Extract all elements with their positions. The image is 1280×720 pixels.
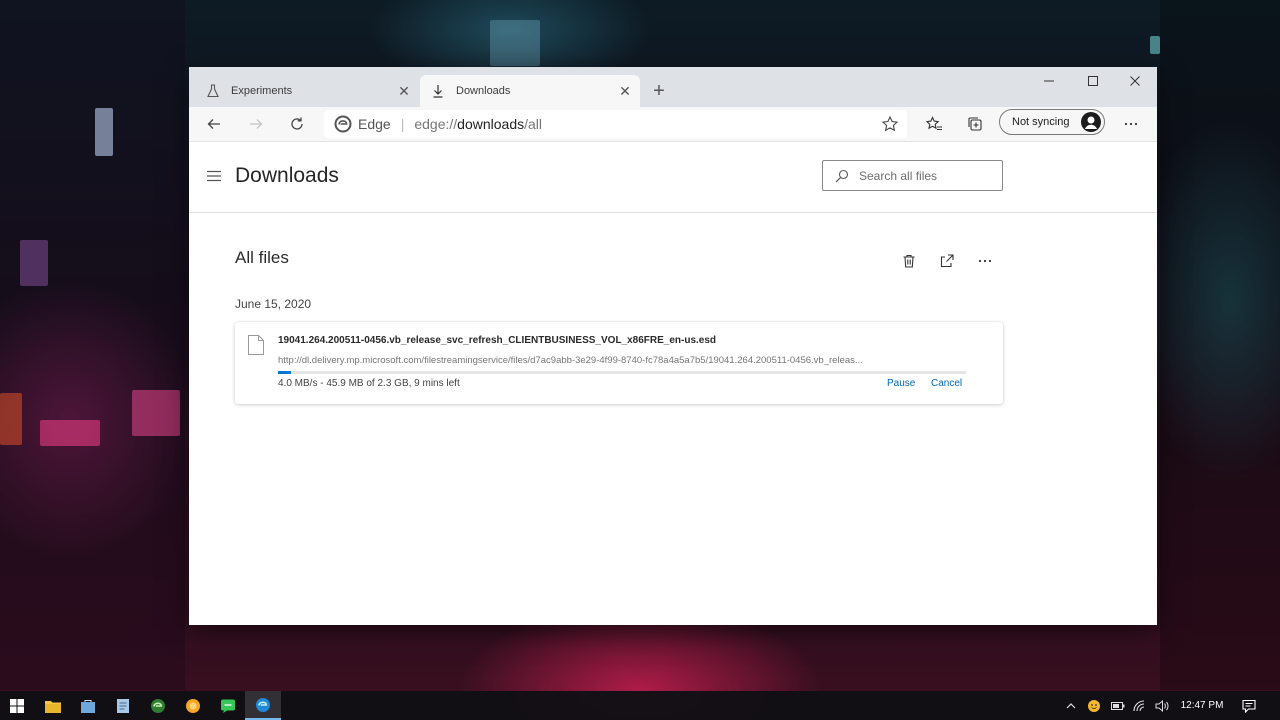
folder-icon — [45, 700, 61, 713]
back-button[interactable] — [200, 110, 228, 138]
volume-button[interactable] — [1152, 691, 1172, 720]
avatar — [1081, 112, 1101, 132]
maximize-icon — [1088, 76, 1098, 86]
downloads-page: Downloads All files June 15, 2020 19041.… — [189, 141, 1157, 625]
network-button[interactable] — [1130, 691, 1150, 720]
taskbar-edge-dev[interactable] — [141, 691, 175, 720]
smiley-tray-icon — [1088, 699, 1100, 712]
back-arrow-icon — [207, 119, 220, 129]
close-tab-icon[interactable]: ✕ — [393, 80, 415, 102]
profile-avatar-icon — [1085, 116, 1097, 129]
page-title: Downloads — [235, 164, 339, 187]
show-hidden-icons-button[interactable] — [1062, 691, 1080, 720]
pause-button[interactable]: Pause — [887, 378, 915, 389]
trash-icon — [903, 254, 915, 268]
navigation-toolbar: Edge | edge://downloads/all Not syncing — [189, 107, 1157, 141]
taskbar-chat-app[interactable] — [211, 691, 245, 720]
taskbar-file-explorer[interactable] — [36, 691, 70, 720]
site-identity-label: Edge — [358, 116, 391, 132]
action-center-button[interactable] — [1238, 691, 1260, 720]
sync-status-label: Not syncing — [1012, 116, 1070, 128]
download-arrow-icon — [430, 83, 446, 99]
url-text: edge://downloads/all — [414, 116, 543, 132]
open-downloads-folder-button[interactable] — [936, 250, 958, 272]
open-external-icon — [940, 254, 954, 268]
edge-logo-icon — [256, 697, 270, 712]
title-bar: Experiments ✕ Downloads ✕ + — [189, 67, 1157, 107]
forward-arrow-icon — [250, 119, 263, 129]
battery-icon — [1111, 701, 1125, 710]
collections-icon — [968, 117, 982, 131]
chat-bubble-icon — [221, 699, 235, 713]
page-header: Downloads — [189, 142, 1157, 213]
minimize-button[interactable] — [1027, 67, 1071, 95]
download-status: 4.0 MB/s - 45.9 MB of 2.3 GB, 9 mins lef… — [278, 378, 460, 389]
download-filename[interactable]: 19041.264.200511-0456.vb_release_svc_ref… — [278, 335, 716, 346]
more-horizontal-icon — [978, 259, 992, 263]
tab-experiments[interactable]: Experiments ✕ — [195, 75, 419, 107]
progress-fill — [278, 371, 292, 374]
hamburger-menu-icon[interactable] — [206, 168, 222, 184]
clear-all-button[interactable] — [898, 250, 920, 272]
start-button[interactable] — [0, 691, 34, 720]
search-input[interactable] — [859, 168, 989, 183]
speaker-icon — [1155, 699, 1169, 712]
search-box[interactable] — [822, 160, 1003, 191]
document-icon — [117, 698, 129, 713]
address-bar[interactable]: Edge | edge://downloads/all — [324, 110, 907, 138]
edge-logo-icon — [334, 115, 352, 133]
wifi-icon — [1133, 699, 1145, 711]
collections-button[interactable] — [961, 110, 989, 138]
flask-icon — [205, 83, 221, 99]
taskbar-clock[interactable]: 12:47 PM — [1172, 691, 1232, 720]
add-favorite-star-icon[interactable] — [881, 115, 899, 133]
edge-canary-logo-icon — [186, 698, 200, 713]
taskbar-edge-canary[interactable] — [176, 691, 210, 720]
more-actions-button[interactable] — [974, 250, 996, 272]
tab-label: Experiments — [231, 85, 293, 97]
search-icon — [835, 169, 849, 182]
taskbar: 12:47 PM — [0, 691, 1280, 720]
close-tab-icon[interactable]: ✕ — [614, 80, 636, 102]
taskbar-document-app[interactable] — [106, 691, 140, 720]
cancel-button[interactable]: Cancel — [931, 378, 962, 389]
new-tab-button[interactable]: + — [647, 79, 671, 103]
notification-icon — [1242, 699, 1256, 713]
download-progress-bar — [278, 371, 966, 374]
refresh-icon — [291, 117, 303, 130]
file-icon — [248, 335, 264, 355]
taskbar-app-store[interactable] — [71, 691, 105, 720]
tray-app-icon[interactable] — [1084, 691, 1104, 720]
download-item[interactable]: 19041.264.200511-0456.vb_release_svc_ref… — [235, 322, 1003, 404]
maximize-button[interactable] — [1071, 67, 1115, 95]
download-source-url[interactable]: http://dl.delivery.mp.microsoft.com/file… — [278, 355, 968, 366]
tab-label: Downloads — [456, 85, 511, 97]
address-separator: | — [400, 116, 405, 132]
refresh-button[interactable] — [283, 110, 311, 138]
close-window-button[interactable] — [1113, 67, 1157, 95]
battery-button[interactable] — [1108, 691, 1128, 720]
browser-window: Experiments ✕ Downloads ✕ + Edge | edge:… — [189, 67, 1157, 625]
chevron-up-icon — [1066, 702, 1076, 708]
favorites-star-list-icon — [925, 116, 942, 131]
minimize-icon — [1044, 80, 1054, 82]
settings-more-button[interactable] — [1117, 110, 1145, 138]
section-title: All files — [235, 248, 289, 267]
edge-dev-logo-icon — [151, 698, 165, 713]
favorites-button[interactable] — [920, 110, 948, 138]
profile-sync-button[interactable]: Not syncing — [999, 109, 1105, 135]
date-group-label: June 15, 2020 — [235, 297, 312, 311]
store-icon — [81, 699, 95, 713]
more-horizontal-icon — [1124, 122, 1138, 126]
close-icon — [1130, 76, 1140, 86]
taskbar-edge-active[interactable] — [245, 691, 281, 720]
tab-downloads[interactable]: Downloads ✕ — [420, 75, 640, 107]
windows-logo-icon — [10, 698, 24, 713]
forward-button[interactable] — [242, 110, 270, 138]
